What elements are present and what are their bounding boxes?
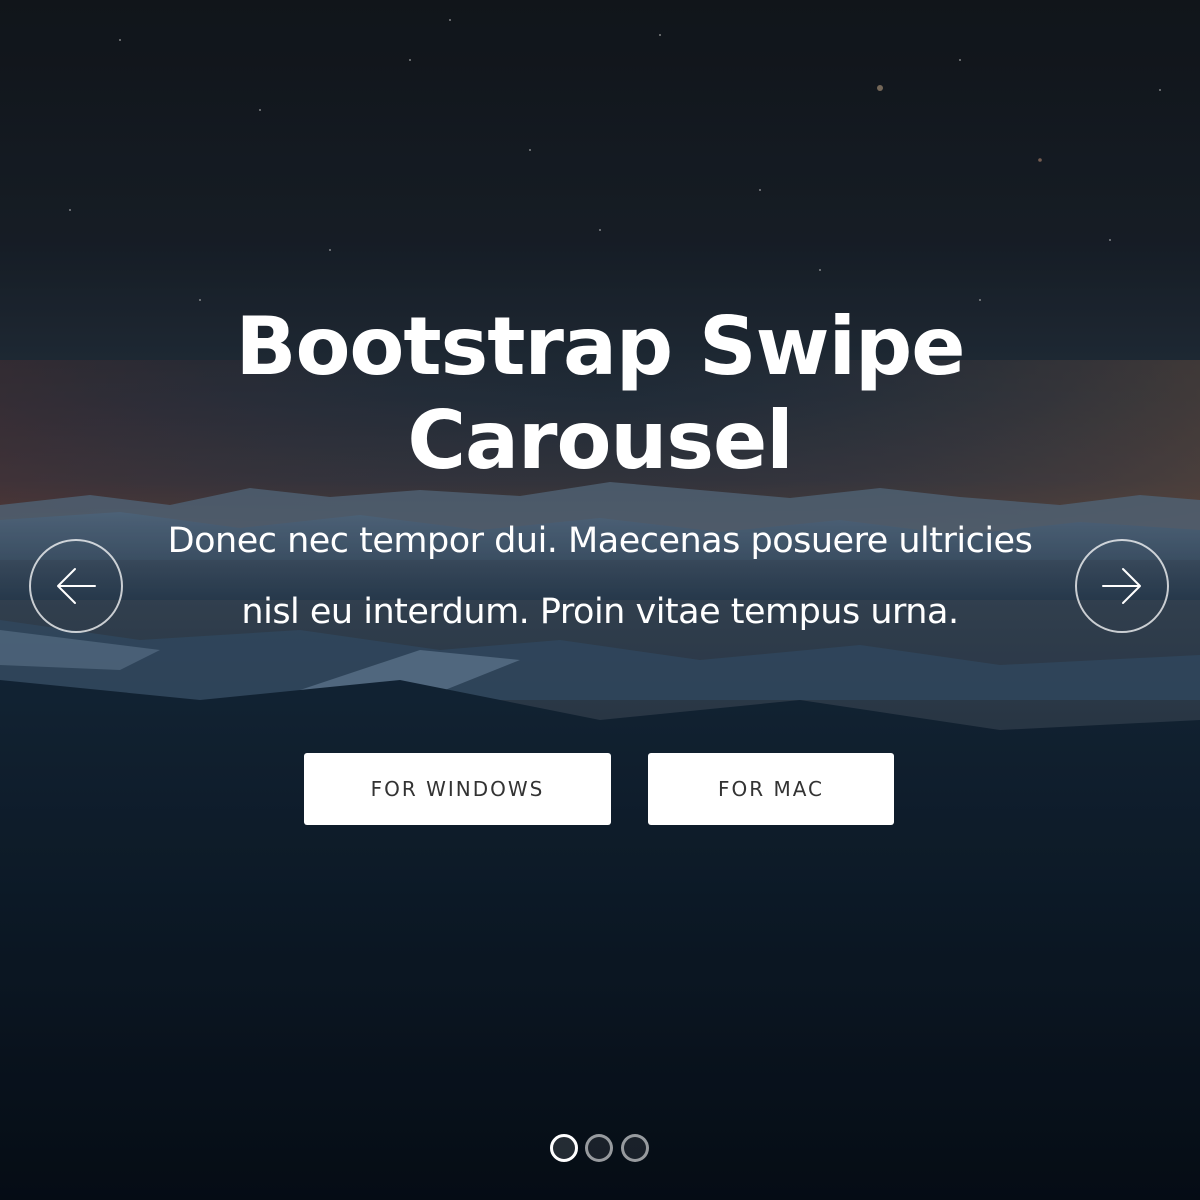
- for-windows-button[interactable]: FOR WINDOWS: [304, 753, 611, 825]
- indicator-dot-1[interactable]: [550, 1134, 578, 1162]
- slide-caption: Bootstrap Swipe Carousel Donec nec tempo…: [0, 300, 1200, 648]
- arrow-left-icon: [57, 568, 96, 604]
- indicator-dot-2[interactable]: [585, 1134, 613, 1162]
- previous-slide-button[interactable]: [29, 539, 123, 633]
- for-mac-button[interactable]: FOR MAC: [648, 753, 894, 825]
- slide-description: Donec nec tempor dui. Maecenas posuere u…: [167, 521, 1033, 632]
- next-slide-button[interactable]: [1075, 539, 1169, 633]
- indicator-dot-3[interactable]: [621, 1134, 649, 1162]
- arrow-right-icon: [1102, 568, 1141, 604]
- swipe-carousel[interactable]: Bootstrap Swipe Carousel Donec nec tempo…: [0, 0, 1200, 1200]
- download-buttons: FOR WINDOWS FOR MAC: [0, 753, 1200, 827]
- carousel-indicators: [547, 1134, 653, 1164]
- slide-title: Bootstrap Swipe Carousel: [235, 300, 965, 487]
